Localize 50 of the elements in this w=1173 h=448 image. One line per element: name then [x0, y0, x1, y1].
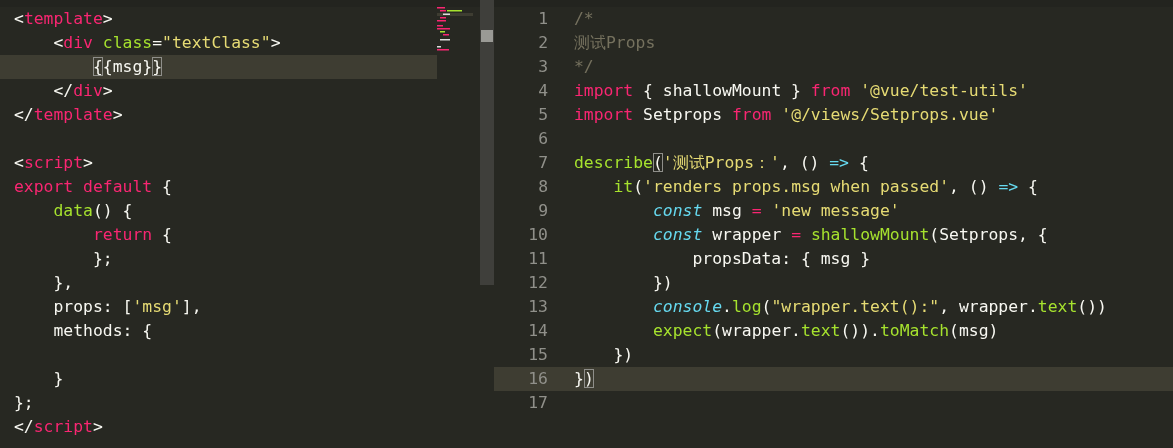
- code-line: console.log("wrapper.text():", wrapper.text()): [651, 296, 1107, 318]
- code-line: it('renders props.msg when passed', () => {: [612, 176, 1038, 198]
- code-line: const msg = 'new message': [651, 200, 900, 222]
- code-line: };: [91, 248, 114, 270]
- code-line: }): [574, 368, 594, 390]
- line-number: 15: [527, 344, 549, 366]
- code-line: <template>: [14, 8, 114, 30]
- code-line: }: [52, 368, 65, 390]
- line-number: 4: [537, 80, 549, 102]
- line-number: 1: [537, 8, 549, 30]
- scroll-thumb-icon[interactable]: [481, 30, 493, 42]
- code-line: propsData: { msg }: [691, 248, 871, 270]
- code-line: props: ['msg'],: [52, 296, 203, 318]
- code-line: }): [612, 344, 634, 366]
- code-line: /*: [574, 8, 594, 30]
- line-number: 6: [537, 128, 549, 150]
- code-line: </script>: [14, 416, 104, 438]
- code-line: import { shallowMount } from '@vue/test-utils': [574, 80, 1028, 102]
- line-number: 12: [527, 272, 549, 294]
- code-line: describe('测试Props：', () => {: [574, 152, 869, 174]
- line-number: 7: [537, 152, 549, 174]
- line-number: 5: [537, 104, 549, 126]
- line-number: 9: [537, 200, 549, 222]
- code-line: data() {: [52, 200, 134, 222]
- line-number: 16: [527, 368, 549, 390]
- code-line: 测试Props: [574, 32, 656, 54]
- line-number: 10: [527, 224, 549, 246]
- line-number: 8: [537, 176, 549, 198]
- line-number: 2: [537, 32, 549, 54]
- line-number: 11: [527, 248, 549, 270]
- code-line: <script>: [14, 152, 94, 174]
- code-line: const wrapper = shallowMount(Setprops, {: [651, 224, 1048, 246]
- line-number: 14: [527, 320, 549, 342]
- code-line: methods: {: [52, 320, 154, 342]
- line-number: 13: [527, 296, 549, 318]
- code-line: </template>: [14, 104, 124, 126]
- code-line: </div>: [52, 80, 114, 102]
- code-line: import Setprops from '@/views/Setprops.vue': [574, 104, 999, 126]
- scrollbar[interactable]: [480, 0, 494, 285]
- code-line: <div class="textClass">: [52, 32, 282, 54]
- code-line: */: [574, 56, 594, 78]
- minimap-drawing: [437, 4, 473, 52]
- line-number: 3: [537, 56, 549, 78]
- code-line: expect(wrapper.text()).toMatch(msg): [651, 320, 999, 342]
- code-line: return {: [91, 224, 173, 246]
- code-line: };: [14, 392, 35, 414]
- line-number: 17: [527, 392, 549, 414]
- code-line: }): [651, 272, 673, 294]
- code-line: export default {: [14, 176, 173, 198]
- code-line: },: [52, 272, 75, 294]
